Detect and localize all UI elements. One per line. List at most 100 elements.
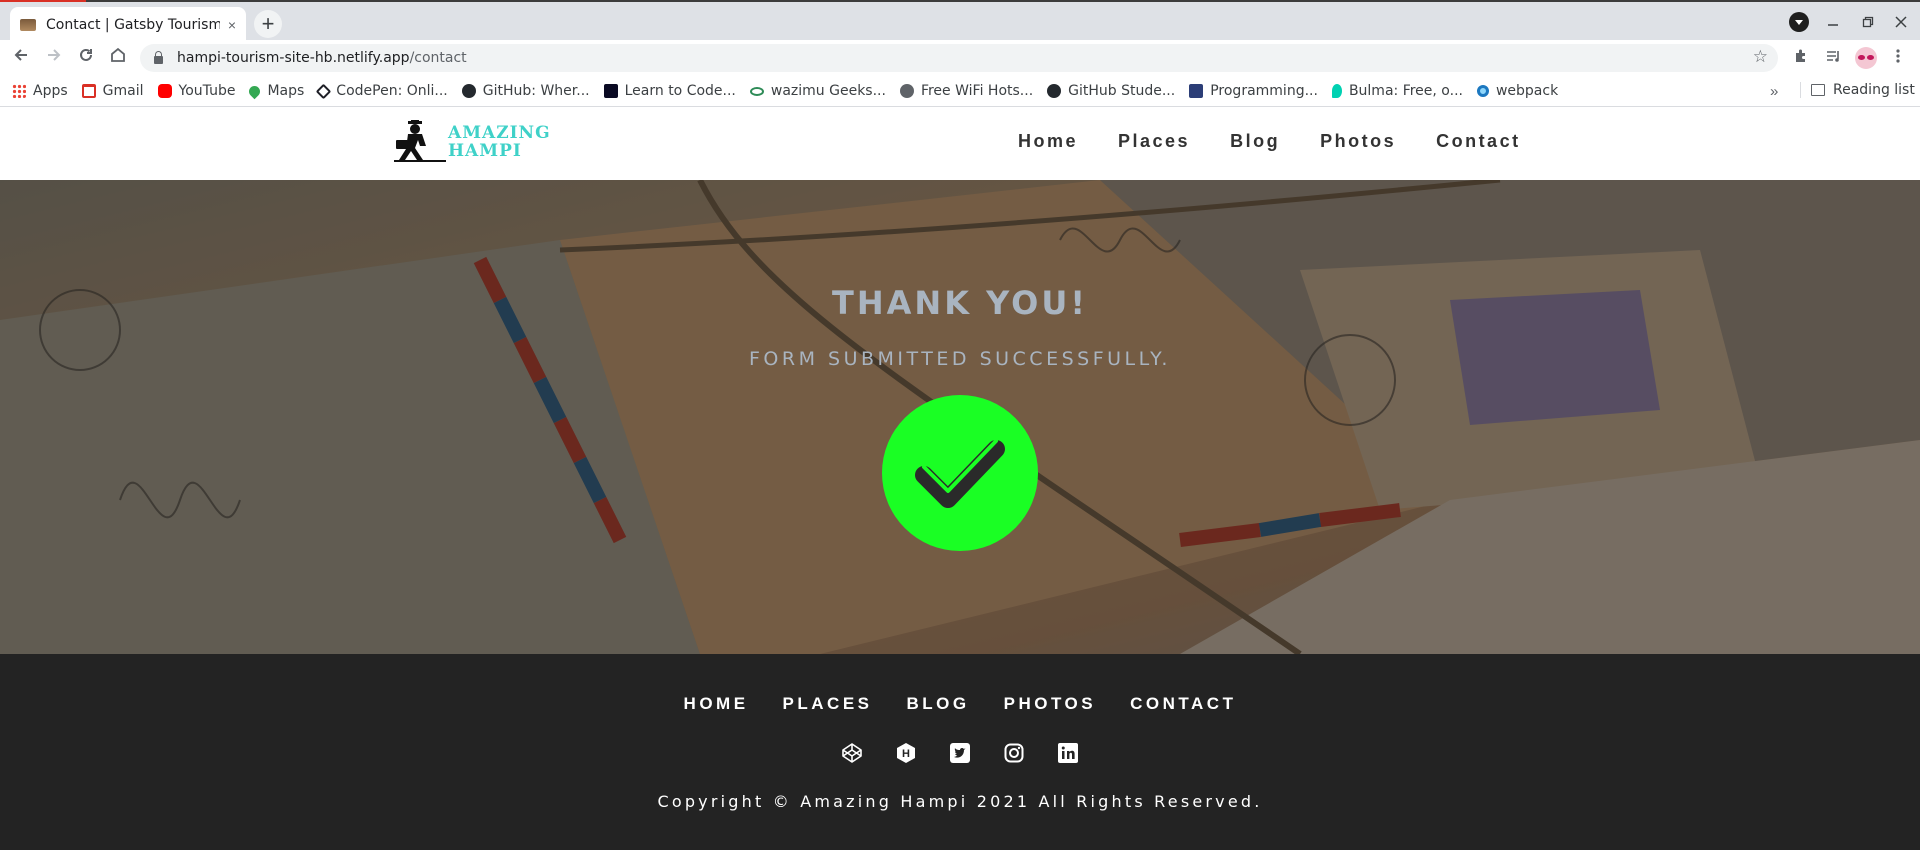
tab-title: Contact | Gatsby Tourism (46, 16, 220, 33)
bookmark-label: Maps (267, 83, 305, 99)
bookmark-star-icon[interactable]: ☆ (1753, 47, 1768, 67)
bookmark-youtube[interactable]: YouTube (157, 83, 236, 99)
bookmark-label: webpack (1495, 83, 1559, 99)
reading-list-icon (1811, 84, 1825, 96)
hashnode-square-icon (1189, 84, 1204, 98)
footer-nav-photos[interactable]: PHOTOS (1004, 694, 1096, 714)
bookmark-codepen[interactable]: CodePen: Onli... (316, 83, 448, 99)
bookmark-label: Free WiFi Hots... (920, 83, 1034, 99)
close-window-icon[interactable] (1895, 11, 1907, 33)
copyright-text: Copyright © Amazing Hampi 2021 All Right… (657, 792, 1263, 811)
extensions-icon[interactable] (1791, 48, 1811, 68)
bookmark-label: wazimu Geeks... (770, 83, 886, 99)
browser-toolbar: hampi-tourism-site-hb.netlify.app/contac… (0, 40, 1920, 76)
bookmark-github-1[interactable]: GitHub: Wher... (461, 83, 590, 99)
bookmark-freecodecamp[interactable]: Learn to Code... (603, 83, 736, 99)
hashnode-icon[interactable]: H (895, 742, 917, 764)
codepen-icon[interactable] (841, 742, 863, 764)
logo-line-1: AMAZING (448, 123, 551, 143)
reading-list-label: Reading list (1833, 82, 1915, 98)
browser-tab-active[interactable]: Contact | Gatsby Tourism × (10, 7, 246, 42)
bookmark-label: CodePen: Onli... (336, 83, 448, 99)
nav-home[interactable]: Home (1018, 131, 1078, 152)
codepen-icon (316, 83, 332, 99)
bookmark-label: Learn to Code... (624, 83, 736, 99)
bulma-icon (1331, 84, 1342, 98)
svg-text:H: H (902, 748, 910, 760)
footer-nav-places[interactable]: PLACES (783, 694, 873, 714)
traveler-logo-icon (394, 120, 446, 162)
bookmarks-bar: Apps Gmail YouTube Maps CodePen: Onli...… (0, 76, 1920, 107)
hero-section: THANK YOU! FORM SUBMITTED SUCCESSFULLY. (0, 180, 1920, 654)
tab-close-icon[interactable]: × (228, 17, 236, 33)
footer-nav: HOME PLACES BLOG PHOTOS CONTACT (0, 694, 1920, 714)
github-icon (461, 84, 476, 98)
webpack-icon (1476, 85, 1489, 97)
globe-icon (899, 84, 914, 98)
reading-list-button[interactable]: Reading list (1800, 82, 1915, 98)
apps-grid-icon (12, 84, 26, 98)
reload-icon[interactable] (74, 46, 98, 70)
tab-search-icon[interactable] (1789, 12, 1809, 32)
nav-blog[interactable]: Blog (1230, 131, 1280, 152)
site-header: AMAZING HAMPI Home Places Blog Photos Co… (0, 107, 1920, 180)
page-bottom-strip (0, 850, 1920, 866)
back-icon[interactable] (9, 46, 33, 70)
bookmark-label: Bulma: Free, o... (1348, 83, 1463, 99)
bookmark-webpack[interactable]: webpack (1476, 83, 1559, 99)
bookmark-gmail[interactable]: Gmail (81, 83, 144, 99)
new-tab-button[interactable]: + (254, 10, 282, 38)
twitter-icon[interactable] (949, 742, 971, 764)
media-control-icon[interactable] (1823, 48, 1843, 68)
site-footer: HOME PLACES BLOG PHOTOS CONTACT H Copyri… (0, 654, 1920, 850)
restore-icon[interactable] (1862, 11, 1874, 33)
linkedin-icon[interactable] (1057, 742, 1079, 764)
bookmark-wifi[interactable]: Free WiFi Hots... (899, 83, 1034, 99)
success-message: FORM SUBMITTED SUCCESSFULLY. (749, 348, 1171, 370)
url-path: /contact (409, 50, 467, 66)
site-favicon-icon (20, 18, 36, 31)
loading-indicator (0, 0, 86, 2)
bookmark-wazimu[interactable]: wazimu Geeks... (749, 83, 886, 99)
nav-photos[interactable]: Photos (1320, 131, 1396, 152)
address-bar[interactable]: hampi-tourism-site-hb.netlify.app/contac… (140, 44, 1778, 72)
menu-kebab-icon[interactable] (1888, 48, 1908, 68)
infinity-icon (749, 86, 764, 96)
instagram-icon[interactable] (1003, 742, 1025, 764)
bookmark-label: GitHub: Wher... (482, 83, 590, 99)
minimize-icon[interactable] (1827, 11, 1839, 33)
main-nav: Home Places Blog Photos Contact (1018, 131, 1561, 152)
github-icon (1047, 84, 1062, 98)
bookmark-maps[interactable]: Maps (247, 83, 305, 99)
bookmark-programming[interactable]: Programming... (1189, 83, 1318, 99)
bookmark-label: YouTube (178, 83, 236, 99)
footer-nav-home[interactable]: HOME (684, 694, 749, 714)
checkmark-icon (915, 439, 1005, 508)
social-links: H (0, 742, 1920, 764)
browser-tab-bar: Contact | Gatsby Tourism × + (0, 0, 1920, 42)
logo-wordmark: AMAZING HAMPI (448, 124, 551, 160)
footer-nav-contact[interactable]: CONTACT (1130, 694, 1236, 714)
freecodecamp-icon (603, 84, 618, 98)
profile-avatar[interactable] (1855, 47, 1877, 69)
bookmarks-overflow-icon[interactable]: » (1770, 83, 1778, 100)
bookmark-label: Apps (33, 83, 68, 99)
bookmark-label: Programming... (1210, 83, 1318, 99)
success-check-icon (882, 395, 1038, 551)
url-host: hampi-tourism-site-hb.netlify.app (177, 50, 410, 66)
footer-nav-blog[interactable]: BLOG (907, 694, 970, 714)
site-logo[interactable]: AMAZING HAMPI (394, 120, 566, 164)
logo-line-2: HAMPI (448, 141, 522, 161)
youtube-icon (157, 84, 172, 98)
forward-icon[interactable] (42, 46, 66, 70)
nav-contact[interactable]: Contact (1436, 131, 1521, 152)
bookmark-label: Gmail (102, 83, 144, 99)
bookmark-apps[interactable]: Apps (12, 83, 68, 99)
home-icon[interactable] (106, 46, 130, 70)
thank-you-heading: THANK YOU! (832, 284, 1088, 322)
bookmark-github-2[interactable]: GitHub Stude... (1047, 83, 1175, 99)
bookmark-bulma[interactable]: Bulma: Free, o... (1331, 83, 1463, 99)
nav-places[interactable]: Places (1118, 131, 1190, 152)
maps-pin-icon (247, 83, 263, 99)
lock-icon (154, 51, 163, 64)
